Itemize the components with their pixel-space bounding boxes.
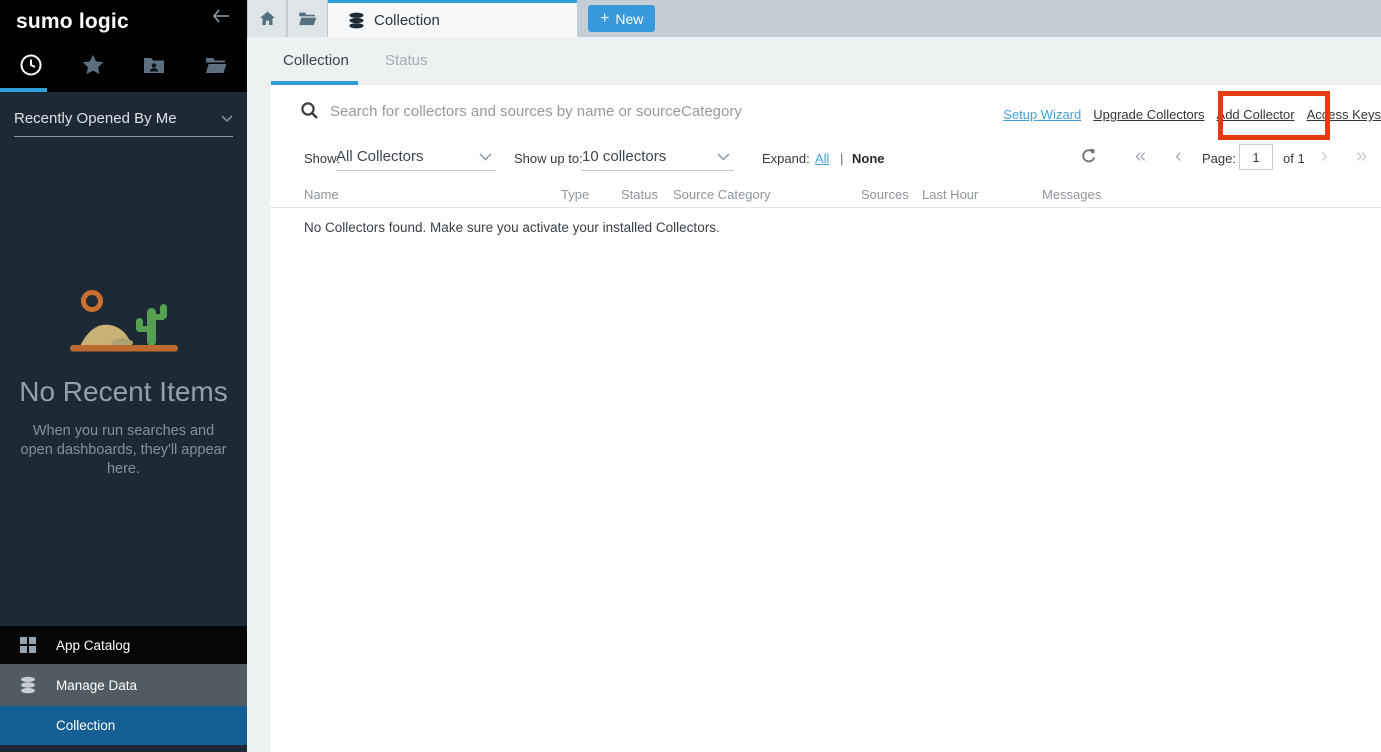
setup-wizard-link[interactable]: Setup Wizard [1003,107,1081,122]
show-filter-label: Show: [304,151,340,166]
recent-dropdown-label: Recently Opened By Me [14,110,177,127]
limit-filter-value: 10 collectors [582,148,666,165]
new-button-label: New [615,11,643,27]
refresh-icon[interactable] [1080,147,1097,165]
manage-data-database-icon [0,676,56,694]
library-folder-icon[interactable] [185,48,247,82]
app-catalog-grid-icon [0,637,56,653]
search-icon [300,101,319,120]
plus-icon: + [600,11,609,27]
active-icon-indicator [0,88,47,92]
sidebar-icon-tabs [0,48,247,82]
page-label: Page: [1202,151,1236,166]
favorites-star-icon[interactable] [62,48,124,82]
sidebar-bottom-nav: App Catalog Manage Data Collection [0,626,247,745]
column-header-name[interactable]: Name [304,187,339,202]
column-header-status[interactable]: Status [621,187,658,202]
show-filter-value: All Collectors [336,148,424,165]
empty-state-title: No Recent Items [0,376,247,408]
pagination-last-button[interactable]: » [1356,145,1367,167]
column-header-last-hour[interactable]: Last Hour [922,187,978,202]
page-total-label: of 1 [1283,151,1305,166]
show-filter-select[interactable]: All Collectors [336,144,496,171]
column-header-type[interactable]: Type [561,187,589,202]
tab-status[interactable]: Status [385,37,428,85]
library-tab-button[interactable] [288,0,328,37]
column-header-sources[interactable]: Sources [861,187,909,202]
expand-label: Expand: [762,151,810,166]
expand-all-link[interactable]: All [815,151,829,166]
sidebar: sumo logic Recently Opened By Me [0,0,247,752]
collection-tab-label: Collection [374,12,440,29]
pagination-next-button[interactable]: › [1321,145,1328,167]
search-input[interactable] [330,95,950,127]
collection-panel: Setup Wizard Upgrade Collectors Add Coll… [270,85,1381,752]
collection-database-icon [348,12,365,29]
pagination-prev-button[interactable]: ‹ [1175,145,1182,167]
no-collectors-message: No Collectors found. Make sure you activ… [304,220,720,235]
home-tab-button[interactable] [247,0,287,37]
expand-none-link[interactable]: None [852,151,885,166]
chevron-down-icon [221,115,233,123]
collection-window-tab[interactable]: Collection [328,0,577,37]
sidebar-item-label: App Catalog [56,638,130,653]
home-icon [259,11,276,26]
access-keys-link[interactable]: Access Keys [1307,107,1381,122]
sidebar-header: sumo logic [0,0,247,92]
column-header-source-category[interactable]: Source Category [673,187,771,202]
empty-state-subtitle: When you run searches and open dashboard… [19,422,229,479]
column-header-messages[interactable]: Messages [1042,187,1101,202]
sidebar-item-app-catalog[interactable]: App Catalog [0,626,247,664]
recents-clock-icon[interactable] [0,48,62,82]
add-collector-link[interactable]: Add Collector [1217,107,1295,122]
page-number-input[interactable] [1239,144,1273,170]
chevron-down-icon [717,153,730,161]
upgrade-collectors-link[interactable]: Upgrade Collectors [1093,107,1204,122]
pagination-first-button[interactable]: « [1135,145,1146,167]
sidebar-item-label: Collection [56,718,115,733]
chevron-down-icon [479,153,492,161]
no-recent-items-empty-state: No Recent Items When you run searches an… [0,288,247,479]
limit-filter-label: Show up to: [514,151,583,166]
top-tab-strip: Collection + New [247,0,1381,37]
tab-collection[interactable]: Collection [283,37,349,85]
expand-separator: | [840,151,843,166]
new-button[interactable]: + New [588,5,655,32]
sidebar-item-label: Manage Data [56,678,137,693]
shared-content-folder-icon[interactable] [124,48,186,82]
desert-illustration [62,288,186,354]
sidebar-item-collection[interactable]: Collection [0,706,247,745]
sidebar-item-manage-data[interactable]: Manage Data [0,664,247,706]
recent-items-dropdown[interactable]: Recently Opened By Me [14,110,233,137]
filter-row: Show: All Collectors Show up to: 10 coll… [270,142,1381,176]
collector-action-links: Setup Wizard Upgrade Collectors Add Coll… [1003,107,1381,122]
collectors-table-header: Name Type Status Source Category Sources… [270,185,1381,208]
limit-filter-select[interactable]: 10 collectors [582,144,734,171]
folder-icon [298,11,317,26]
subtab-bar: Collection Status [247,37,1381,85]
app-logo: sumo logic [16,10,129,34]
collapse-sidebar-arrow-icon[interactable] [211,8,231,24]
